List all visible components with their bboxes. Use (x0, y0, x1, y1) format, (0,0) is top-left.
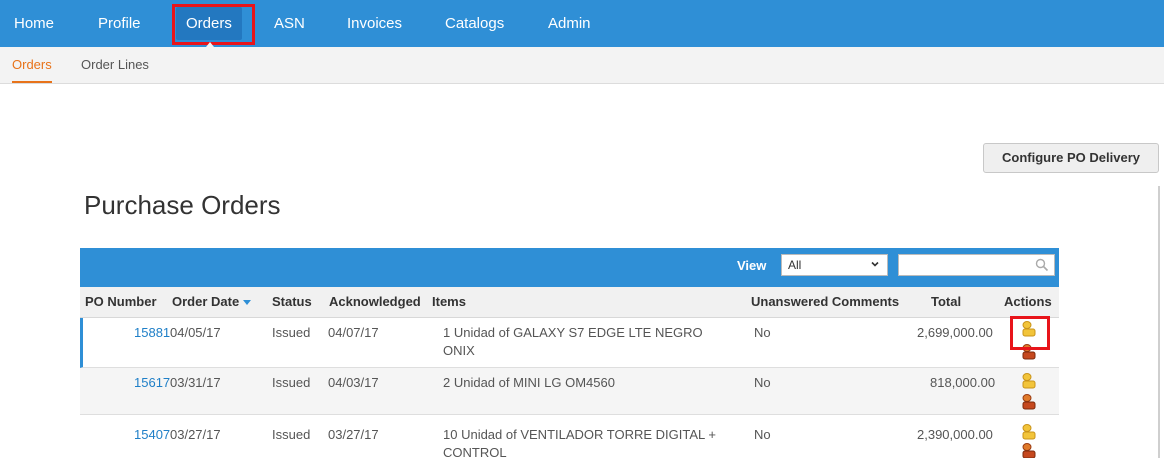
po-number-link[interactable]: 15617 (134, 374, 170, 392)
acknowledged-date: 04/07/17 (328, 325, 379, 340)
nav-asn[interactable]: ASN (274, 0, 305, 47)
items-text: 1 Unidad of GALAXY S7 EDGE LTE NEGRO ONI… (443, 325, 703, 358)
orders-highlight-box (172, 4, 255, 45)
acknowledged-date: 03/27/17 (328, 427, 379, 442)
sort-desc-icon (243, 300, 252, 306)
nav-invoices[interactable]: Invoices (347, 0, 402, 47)
total-amount: 2,390,000.00 (917, 427, 993, 442)
chevron-down-icon (871, 261, 879, 267)
total-amount: 818,000.00 (930, 375, 996, 390)
view-select[interactable]: All (781, 254, 888, 276)
subnav-orders[interactable]: Orders (12, 47, 52, 83)
po-number-link[interactable]: 15407 (134, 426, 170, 444)
create-credit-memo-icon[interactable] (1020, 393, 1038, 411)
status: Issued (272, 325, 311, 340)
unanswered-comments: No (754, 375, 771, 390)
subnav-order-lines[interactable]: Order Lines (81, 47, 149, 83)
status: Issued (272, 375, 311, 390)
col-actions: Actions (1004, 294, 1052, 309)
order-date: 03/27/17 (170, 427, 221, 442)
search-input[interactable] (898, 254, 1055, 276)
po-number-link[interactable]: 15881 (134, 324, 170, 342)
acknowledged-date: 04/03/17 (328, 375, 379, 390)
view-label: View (737, 258, 767, 273)
items-text: 10 Unidad of VENTILADOR TORRE DIGITAL + … (443, 427, 716, 458)
create-invoice-icon[interactable] (1020, 423, 1038, 441)
action-highlight-box (1010, 316, 1050, 350)
unanswered-comments: No (754, 325, 771, 340)
nav-profile[interactable]: Profile (98, 0, 141, 47)
nav-home[interactable]: Home (14, 0, 54, 47)
configure-po-delivery-button[interactable]: Configure PO Delivery (983, 143, 1159, 173)
unanswered-comments: No (754, 427, 771, 442)
order-date: 04/05/17 (170, 325, 221, 340)
items-text: 2 Unidad of MINI LG OM4560 (443, 375, 615, 390)
col-po-number[interactable]: PO Number (85, 287, 157, 317)
order-date: 03/31/17 (170, 375, 221, 390)
col-total[interactable]: Total (931, 287, 961, 317)
col-order-date[interactable]: Order Date (172, 287, 252, 317)
col-acknowledged[interactable]: Acknowledged (329, 287, 421, 317)
col-status[interactable]: Status (272, 287, 312, 317)
sub-nav: Orders Order Lines (0, 47, 1164, 84)
col-unanswered-comments[interactable]: Unanswered Comments (751, 287, 899, 317)
total-amount: 2,699,000.00 (917, 325, 993, 340)
create-invoice-icon[interactable] (1020, 372, 1038, 390)
page-title: Purchase Orders (84, 190, 281, 220)
view-select-value: All (788, 258, 802, 272)
nav-catalogs[interactable]: Catalogs (445, 0, 504, 47)
search-icon[interactable] (1035, 258, 1049, 272)
col-items[interactable]: Items (432, 287, 466, 317)
scroll-edge (1158, 186, 1160, 458)
col-order-date-label: Order Date (172, 294, 240, 309)
top-nav: Home Profile Orders ASN Invoices Catalog… (0, 0, 1164, 47)
status: Issued (272, 427, 311, 442)
nav-admin[interactable]: Admin (548, 0, 591, 47)
create-credit-memo-icon[interactable] (1020, 442, 1038, 458)
